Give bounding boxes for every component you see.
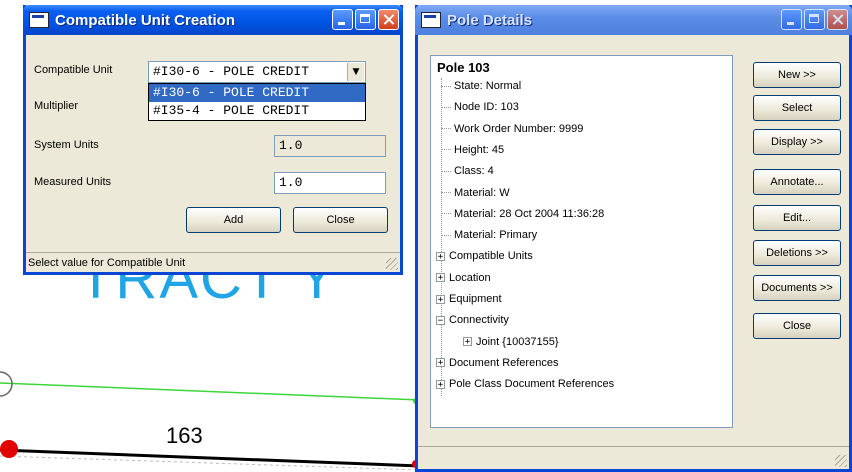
black-line [0,448,421,468]
tree-item-label: Equipment [449,293,502,305]
expand-icon[interactable]: + [436,251,445,261]
tree-item[interactable]: + Equipment [436,293,502,305]
tree-item-label: Height: 45 [454,143,505,156]
compatible-unit-label: Compatible Unit [34,64,113,76]
expand-icon[interactable]: + [436,358,445,368]
resize-grip-icon[interactable] [386,258,398,270]
dropdown-option[interactable]: #I30-6 - POLE CREDIT [149,84,365,102]
system-units-field: 1.0 [274,135,386,157]
tree-item[interactable]: State: Normal [441,80,521,92]
tree-item[interactable]: Node ID: 103 [441,101,519,113]
status-bar: Select value for Compatible Unit [26,252,400,272]
compatible-unit-dropdown: #I30-6 - POLE CREDIT #I35-4 - POLE CREDI… [148,83,366,121]
multiplier-label: Multiplier [34,100,79,112]
add-button[interactable]: Add [186,207,281,233]
select-button[interactable]: Select [753,95,841,121]
tree-item-label: Pole Class Document References [449,378,615,391]
tree-connector [441,192,451,194]
close-window-button[interactable] [827,9,848,30]
minimize-button[interactable] [781,9,802,30]
pole-details-dialog: Pole Details Pole 103 State: Normal Node … [415,5,852,472]
tree-connector [441,213,451,215]
tree-connector [441,128,451,130]
chevron-down-icon[interactable]: ▼ [347,63,364,81]
tree-item-label: Connectivity [449,314,509,327]
tree-item[interactable]: Work Order Number: 9999 [441,123,583,135]
pole-dialog-titlebar[interactable]: Pole Details [415,5,852,35]
tree-item-label: Joint {10037155} [476,335,559,348]
compatible-dialog-title: Compatible Unit Creation [55,11,236,29]
tree-item[interactable]: Material: W [441,187,510,199]
compatible-unit-combo[interactable]: #I30-6 - POLE CREDIT ▼ [148,61,366,83]
new-button[interactable]: New >> [753,62,841,88]
tree-item[interactable]: Material: Primary [441,229,537,241]
maximize-button[interactable] [355,9,376,30]
tree-item[interactable]: + Location [436,271,491,284]
close-button[interactable]: Close [293,207,388,233]
tree-item[interactable]: Class: 4 [441,165,494,177]
expand-icon[interactable]: + [436,273,445,283]
tree-subitem[interactable]: + Joint {10037155} [463,336,559,348]
tree-root[interactable]: Pole 103 [437,60,490,75]
system-units-label: System Units [34,139,99,151]
tree-connector [441,170,451,172]
annotate-button[interactable]: Annotate... [753,169,841,195]
tree-item[interactable]: − Connectivity [436,314,509,327]
tree-item-label: Material: W [454,186,510,199]
dropdown-option[interactable]: #I35-4 - POLE CREDIT [149,102,365,120]
expand-icon[interactable]: + [463,337,472,347]
measured-units-field[interactable]: 1.0 [274,172,386,194]
tree-item-label: State: Normal [454,80,522,92]
pole-number-label: 163 [166,423,203,448]
resize-grip-icon[interactable] [835,455,847,467]
tree-item-label: Material: Primary [454,229,538,242]
app-icon [29,12,49,28]
pole-dialog-title: Pole Details [447,11,533,29]
tree-item[interactable]: + Compatible Units [436,250,533,263]
tree-item-label: Document References [449,356,559,369]
collapse-icon[interactable]: − [436,315,445,325]
status-bar [418,446,849,469]
expand-icon[interactable]: + [436,379,445,389]
red-marker [0,440,18,458]
maximize-button[interactable] [804,9,825,30]
tree-item[interactable]: + Pole Class Document References [436,378,615,391]
tree-connector [441,234,451,236]
app-icon [421,12,441,28]
green-line [0,382,421,401]
minimize-button[interactable] [332,9,353,30]
compatible-unit-dialog: Compatible Unit Creation Compatible Unit… [23,5,403,275]
display-button[interactable]: Display >> [753,129,841,155]
tree-item-label: Compatible Units [449,250,533,263]
tree-connector [441,149,451,151]
measured-units-label: Measured Units [34,176,112,188]
expand-icon[interactable]: + [436,294,445,304]
deletions-button[interactable]: Deletions >> [753,240,841,266]
tree-item-label: Node ID: 103 [454,101,519,114]
status-text: Select value for Compatible Unit [28,257,186,269]
tree-item[interactable]: Material: 28 Oct 2004 11:36:28 [441,208,604,220]
combo-value: #I30-6 - POLE CREDIT [153,64,310,79]
tree-item-label: Work Order Number: 9999 [454,122,584,135]
tree-item-label: Class: 4 [454,165,494,178]
tree-item-label: Location [449,271,491,284]
close-button[interactable]: Close [753,313,841,339]
tree-item[interactable]: Height: 45 [441,144,504,156]
edit-button[interactable]: Edit... [753,205,841,231]
pole-tree-view[interactable]: Pole 103 State: Normal Node ID: 103 Work O… [430,55,733,428]
tree-item[interactable]: + Document References [436,356,559,369]
tree-item-label: Material: 28 Oct 2004 11:36:28 [454,207,605,220]
close-window-button[interactable] [378,9,399,30]
documents-button[interactable]: Documents >> [753,275,841,301]
tree-connector [441,85,451,87]
tree-connector [441,106,451,108]
compatible-dialog-titlebar[interactable]: Compatible Unit Creation [23,5,403,35]
